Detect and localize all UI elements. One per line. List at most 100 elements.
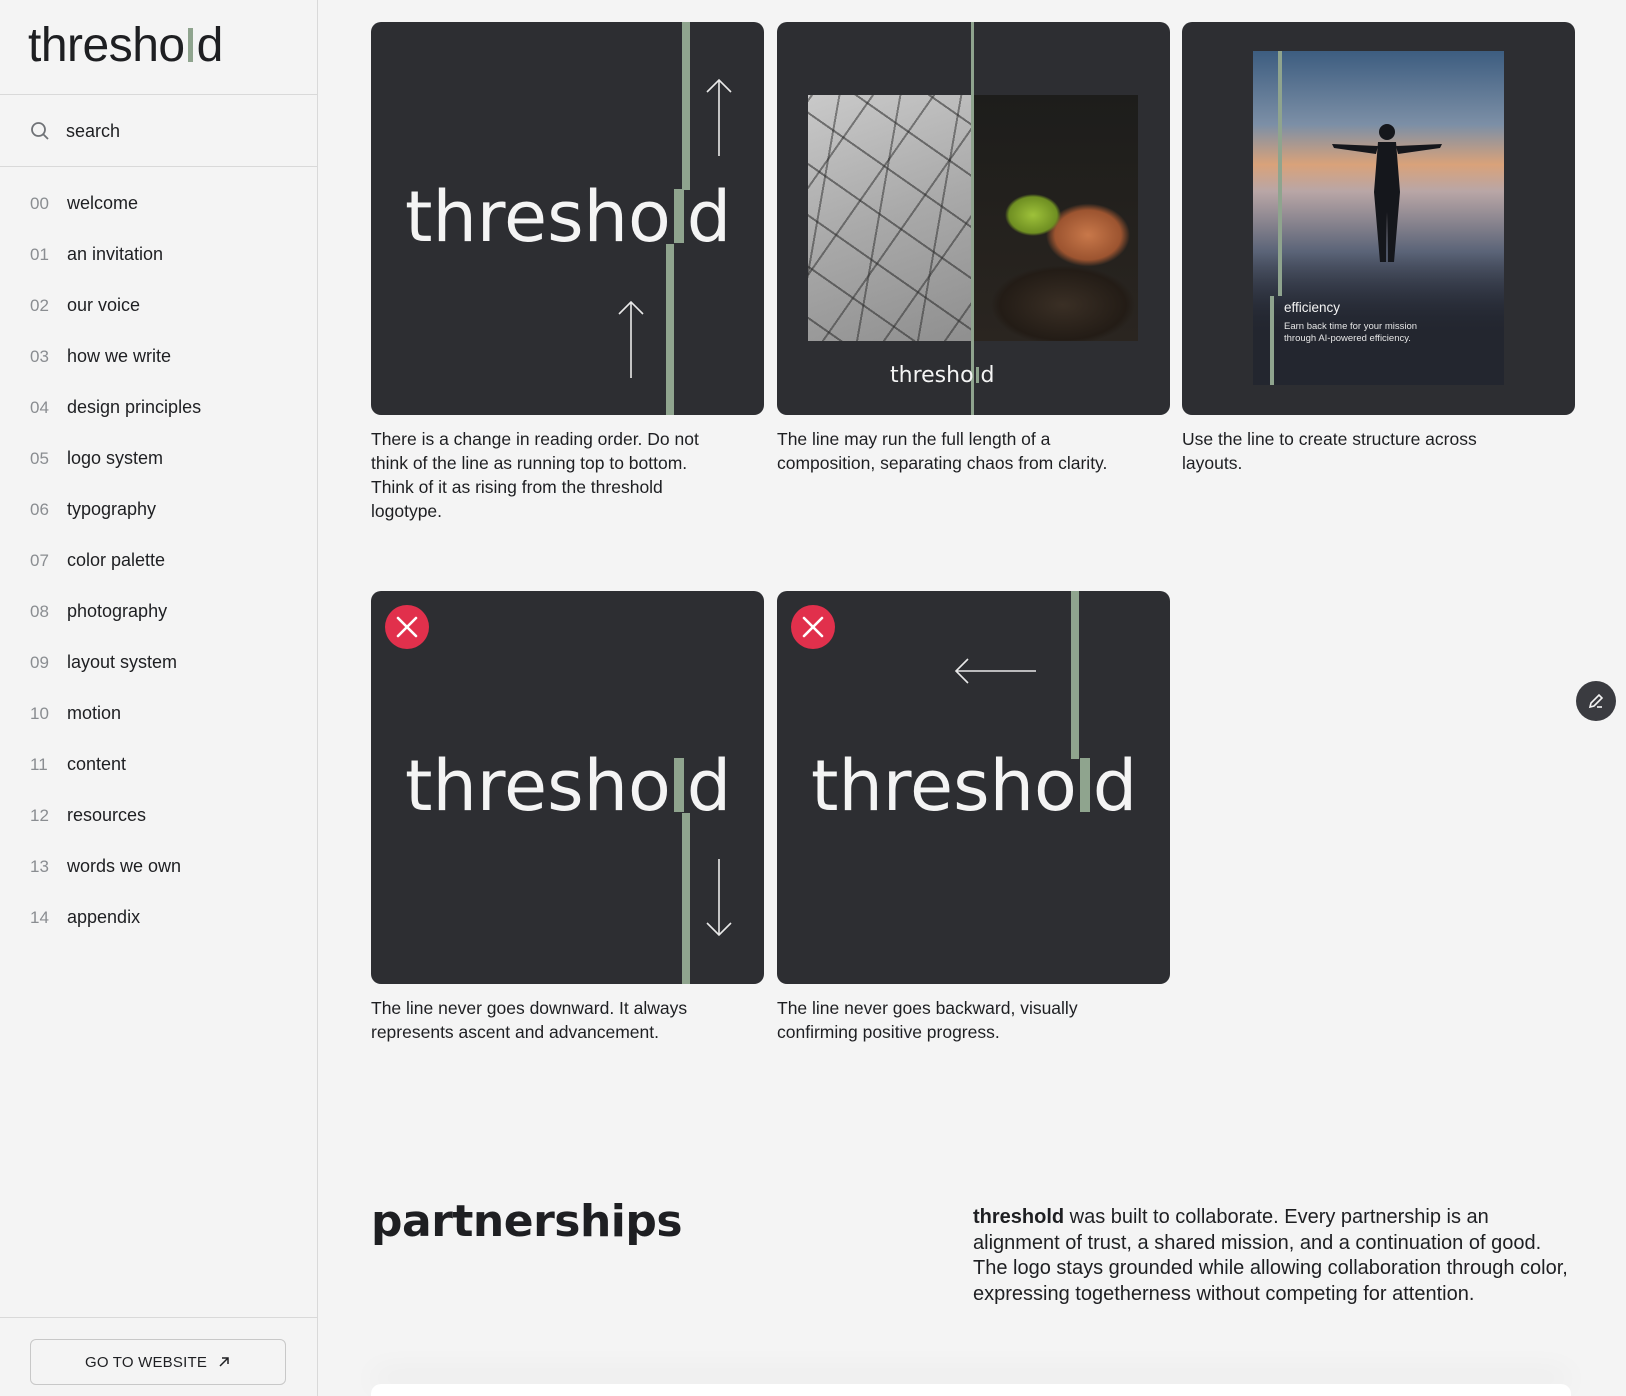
divider [0, 1317, 318, 1318]
person-silhouette [1332, 124, 1442, 262]
partnerships-body-bold: threshold [973, 1206, 1065, 1228]
accent-line [1071, 591, 1079, 759]
nav-label: how we write [67, 346, 172, 366]
sidebar-item-color-palette[interactable]: 07 color palette [0, 535, 318, 586]
partnerships-body: threshold was built to collaborate. Ever… [973, 1205, 1573, 1307]
nav-number: 02 [30, 295, 49, 315]
search-icon [31, 122, 49, 140]
incorrect-badge [791, 605, 835, 649]
wordmark-accent [673, 189, 684, 243]
nav-label: resources [67, 805, 147, 825]
nav-label: motion [67, 703, 122, 723]
sidebar-item-welcome[interactable]: 00 welcome [0, 178, 318, 229]
wordmark-left: thresho [811, 745, 1077, 827]
sidebar-item-motion[interactable]: 10 motion [0, 688, 318, 739]
wordmark-accent [1079, 758, 1090, 812]
arrow-up-icon [706, 78, 732, 156]
nav-label: an invitation [67, 244, 164, 264]
sidebar-item-words-we-own[interactable]: 13 words we own [0, 841, 318, 892]
sidebar-item-an-invitation[interactable]: 01 an invitation [0, 229, 318, 280]
sidebar-item-our-voice[interactable]: 02 our voice [0, 280, 318, 331]
nav-number: 03 [30, 346, 49, 366]
logo-text-right: d [196, 19, 224, 72]
sidebar-item-how-we-write[interactable]: 03 how we write [0, 331, 318, 382]
logo[interactable]: thresho d [28, 14, 223, 78]
nav-label: our voice [67, 295, 141, 315]
card-caption: The line never goes backward, visually c… [777, 998, 1078, 1042]
nav-number: 04 [30, 397, 49, 417]
accent-line [682, 813, 690, 984]
nav-number: 11 [30, 754, 48, 774]
sidebar-item-typography[interactable]: 06 typography [0, 484, 318, 535]
edit-pencil-icon [1588, 693, 1604, 709]
accent-line-bottom [666, 244, 674, 415]
wordmark-accent [673, 758, 684, 812]
sidebar-nav: 00 welcome 01 an invitation 02 our voice 03… [0, 178, 318, 943]
wordmark-right: d [1092, 745, 1138, 827]
nav-number: 00 [30, 193, 49, 213]
example-card-downward-wrong: thresho d [371, 591, 764, 984]
example-card-backward-wrong: thresho d [777, 591, 1170, 984]
nav-label: words we own [67, 856, 182, 876]
nav-number: 06 [30, 499, 49, 519]
nav-number: 08 [30, 601, 49, 621]
logo-accent-bar [187, 28, 193, 62]
example-card-full-length-line: thresho d [777, 22, 1170, 415]
wordmark-left: thresho [890, 363, 974, 388]
nav-label: color palette [67, 550, 166, 570]
nav-number: 07 [30, 550, 49, 570]
sidebar-item-resources[interactable]: 12 resources [0, 790, 318, 841]
sidebar-item-content[interactable]: 11 content [0, 739, 318, 790]
sidebar-item-logo-system[interactable]: 05 logo system [0, 433, 318, 484]
arrow-left-icon [954, 658, 1036, 684]
arrow-up-icon [618, 300, 644, 378]
sidebar-item-appendix[interactable]: 14 appendix [0, 892, 318, 943]
sidebar-item-layout-system[interactable]: 09 layout system [0, 637, 318, 688]
accent-line-top [682, 22, 690, 190]
threshold-wordmark: thresho d [405, 182, 731, 252]
sidebar-item-photography[interactable]: 08 photography [0, 586, 318, 637]
plant-in-hands-photo [973, 95, 1138, 341]
edit-button[interactable] [1576, 681, 1616, 721]
accent-line-bottom [1270, 296, 1274, 385]
wordmark-left: thresho [405, 176, 671, 258]
accent-line [971, 22, 974, 415]
nav-label: welcome [67, 193, 139, 213]
close-icon [396, 616, 418, 638]
wordmark-right: d [686, 176, 732, 258]
incorrect-badge [385, 605, 429, 649]
nav-label: layout system [67, 652, 178, 672]
next-section-panel [371, 1384, 1571, 1396]
nav-number: 10 [30, 703, 49, 723]
nav-number: 13 [30, 856, 49, 876]
nav-label: appendix [67, 907, 141, 927]
go-to-website-label: GO TO WEBSITE [84, 1353, 208, 1371]
nav-label: design principles [67, 397, 202, 417]
card-caption: The line never goes downward. It always … [371, 998, 688, 1042]
divider [0, 94, 318, 95]
cracked-earth-photo [808, 95, 973, 341]
card-caption: Use the line to create structure across … [1182, 429, 1477, 473]
divider [0, 166, 318, 167]
threshold-wordmark: thresho d [405, 751, 731, 821]
nav-number: 05 [30, 448, 49, 468]
sidebar-item-design-principles[interactable]: 04 design principles [0, 382, 318, 433]
sidebar: thresho d search 00 welcome 01 an invitatio… [0, 0, 318, 1396]
card-caption: The line may run the full length of a co… [777, 429, 1108, 473]
overlay-text: Earn back time for your mission through … [1284, 321, 1418, 344]
external-arrow-icon [219, 1357, 229, 1367]
wordmark-right: d [686, 745, 732, 827]
card-caption: There is a change in reading order. Do n… [371, 429, 699, 521]
nav-number: 01 [30, 244, 49, 264]
nav-label: content [67, 754, 127, 774]
nav-label: typography [67, 499, 157, 519]
search-input[interactable]: search [28, 112, 288, 150]
wordmark-left: thresho [405, 745, 671, 827]
nav-number: 09 [30, 652, 49, 672]
example-card-rising-line: thresho d [371, 22, 764, 415]
threshold-wordmark: thresho d [811, 751, 1137, 821]
arrow-down-icon [706, 859, 732, 937]
threshold-wordmark-small: thresho d [890, 363, 995, 388]
section-title-partnerships: partnerships [371, 1196, 683, 1247]
go-to-website-button[interactable]: GO TO WEBSITE [30, 1339, 286, 1385]
